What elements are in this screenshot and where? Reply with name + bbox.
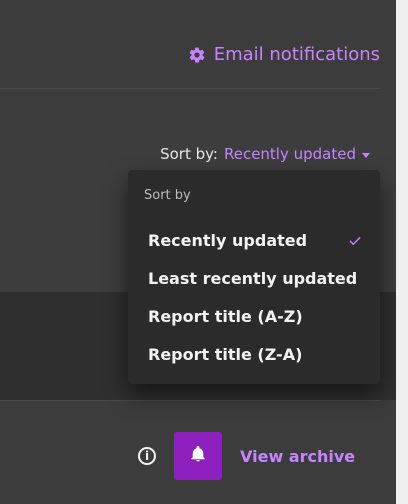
sort-current-value[interactable]: Recently updated	[224, 145, 356, 163]
sort-option-report-title-a-z[interactable]: Report title (A-Z)	[128, 297, 380, 335]
gear-icon	[188, 46, 206, 64]
bell-button[interactable]	[174, 432, 222, 480]
chevron-down-icon[interactable]	[362, 152, 370, 158]
footer-actions: i View archive	[138, 432, 355, 480]
main-content: Email notifications Sort by: Recently up…	[0, 0, 396, 504]
sort-option-recently-updated[interactable]: Recently updated	[128, 221, 380, 259]
app-window: Email notifications Sort by: Recently up…	[0, 0, 408, 504]
sort-option-label: Recently updated	[148, 230, 308, 250]
sort-control[interactable]: Sort by: Recently updated	[160, 145, 370, 163]
view-archive-link[interactable]: View archive	[240, 447, 355, 466]
sort-by-label: Sort by:	[160, 145, 218, 163]
sort-option-least-recently-updated[interactable]: Least recently updated	[128, 259, 380, 297]
sort-option-report-title-z-a[interactable]: Report title (Z-A)	[128, 335, 380, 373]
sort-option-label: Report title (Z-A)	[148, 344, 303, 364]
sort-option-label: Report title (A-Z)	[148, 306, 303, 326]
sort-dropdown-header: Sort by	[144, 188, 191, 203]
top-divider	[0, 88, 380, 89]
sort-option-label: Least recently updated	[148, 268, 358, 288]
bell-icon	[189, 445, 207, 467]
info-icon[interactable]: i	[138, 447, 156, 465]
checkmark-icon	[348, 233, 362, 247]
email-notifications-link[interactable]: Email notifications	[188, 44, 380, 65]
window-right-gutter	[396, 0, 408, 504]
sort-dropdown-menu: Sort by Recently updated Least recently …	[128, 170, 380, 384]
email-notifications-label: Email notifications	[213, 44, 380, 65]
